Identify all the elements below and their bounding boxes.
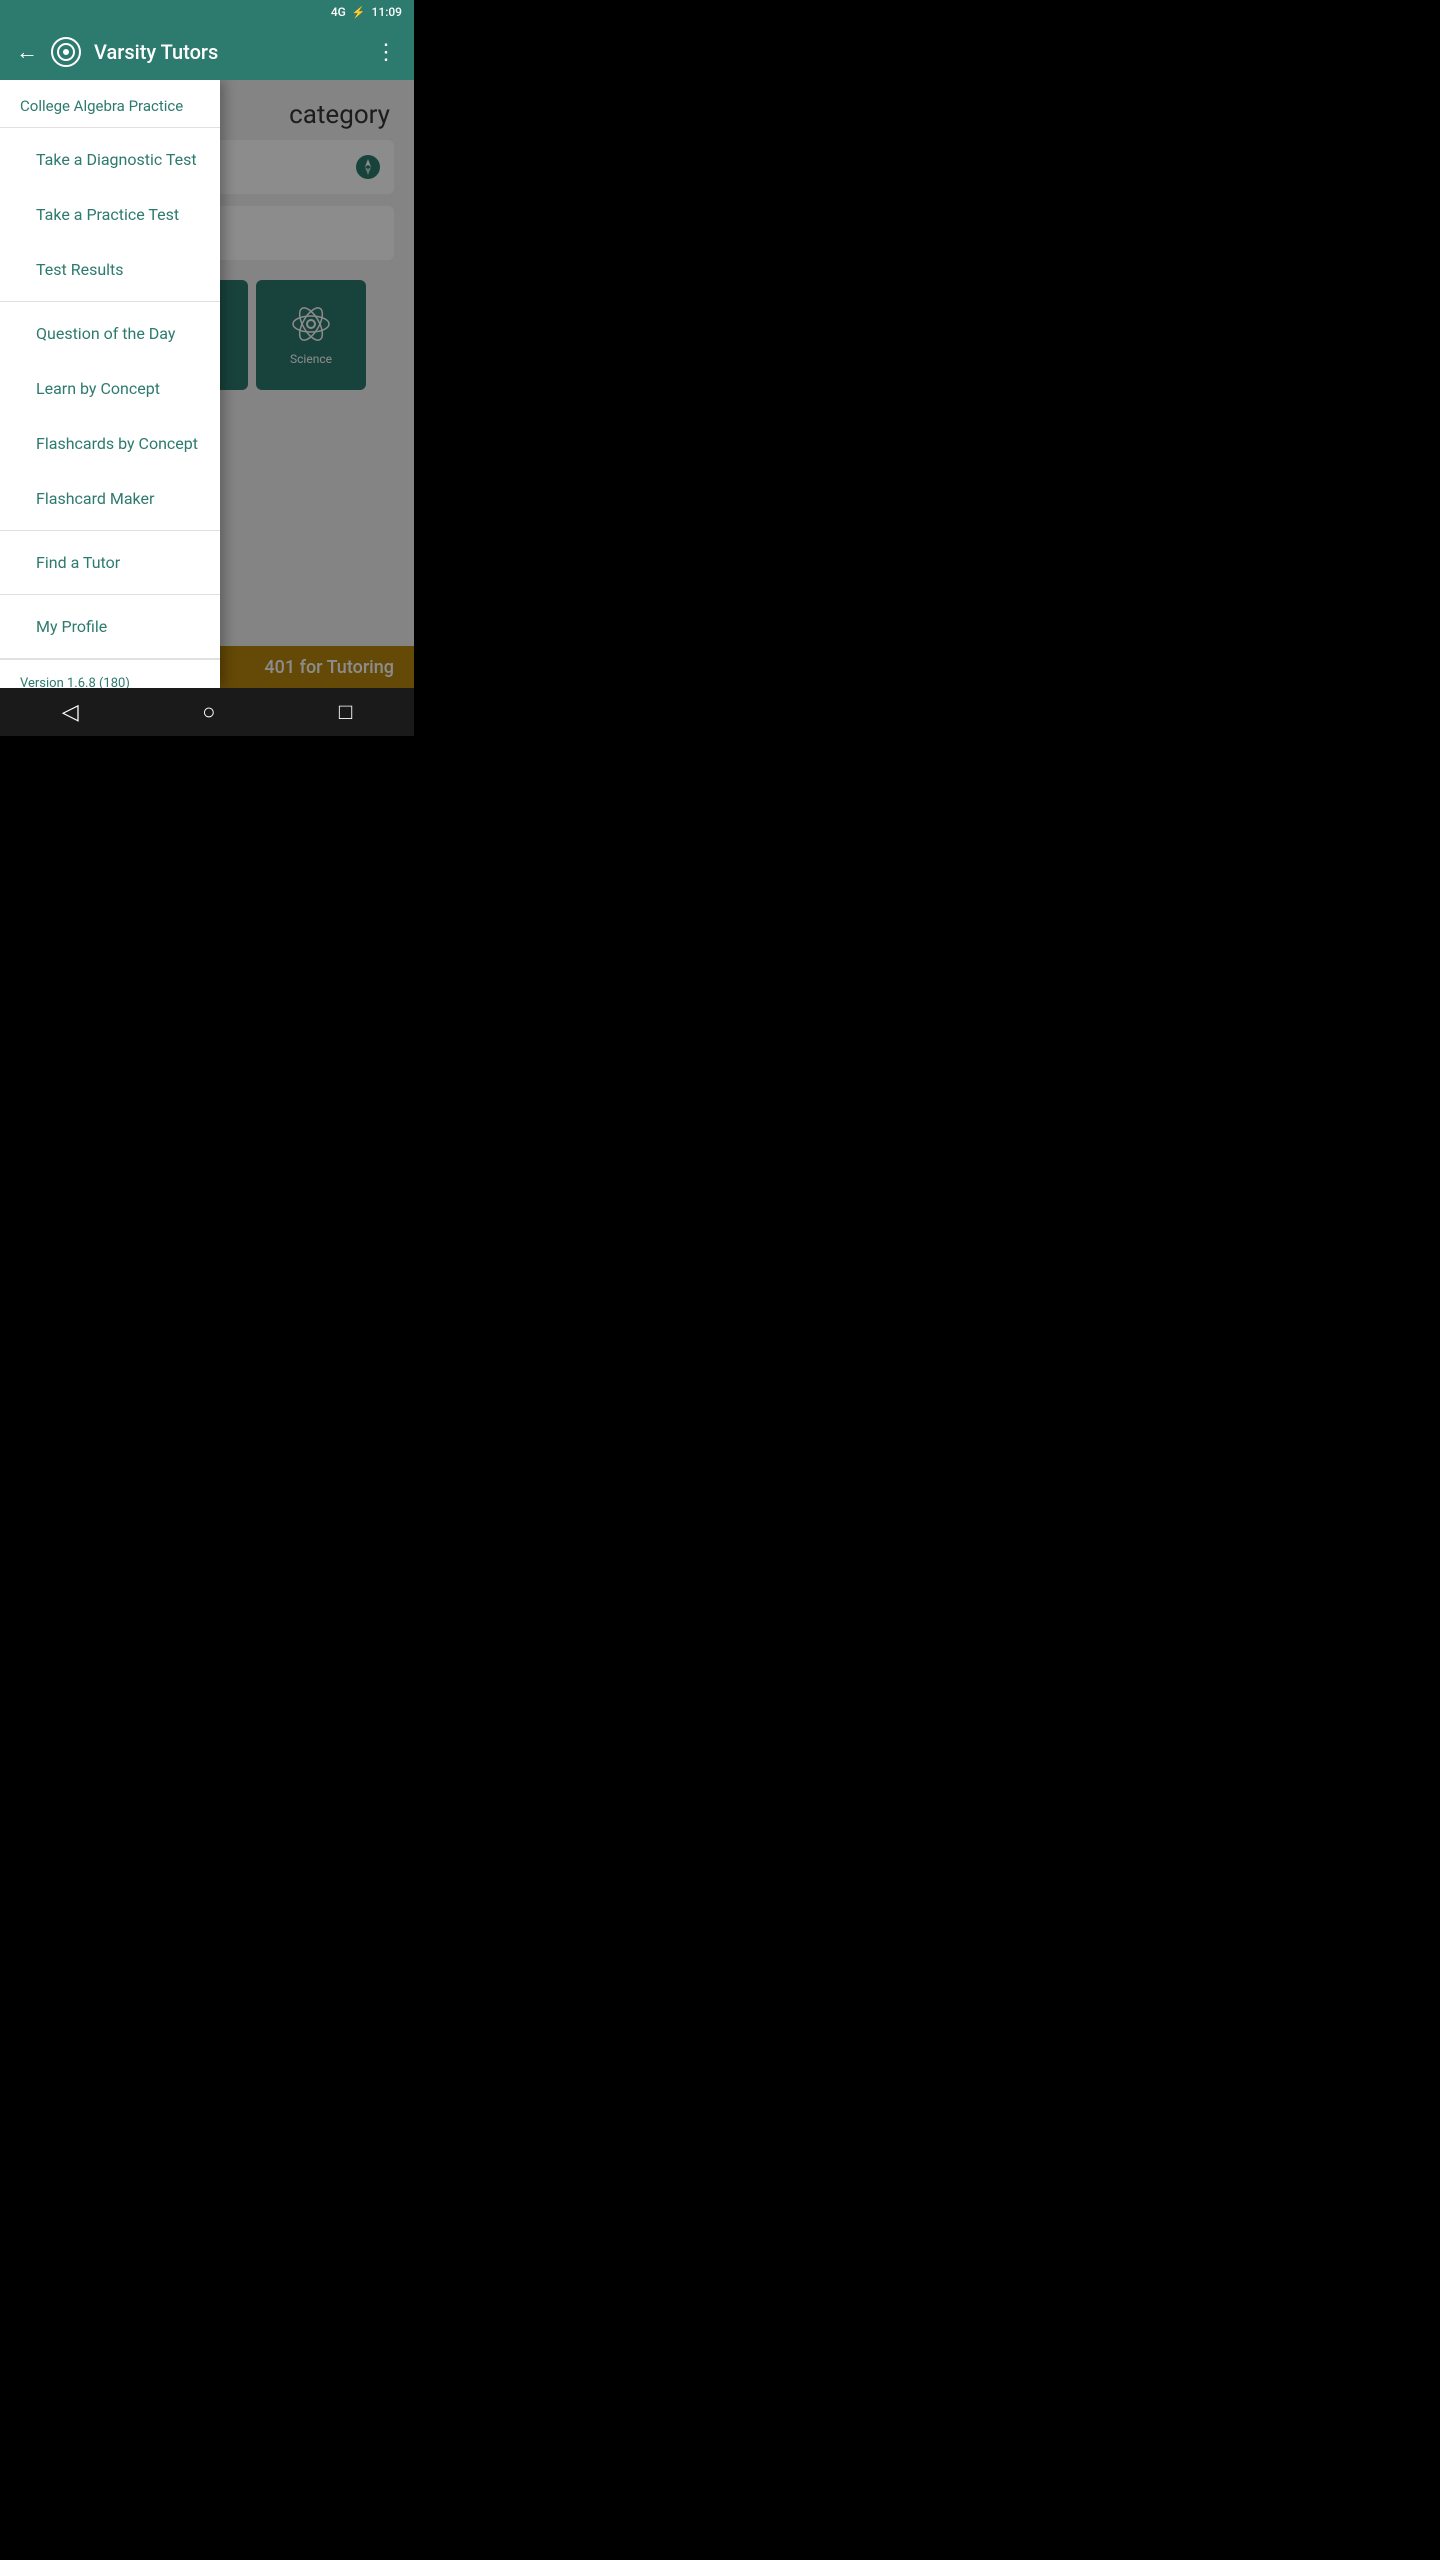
system-nav-bar: ◁ ○ □ xyxy=(0,688,414,736)
drawer-section-tutor: Find a Tutor xyxy=(0,531,220,595)
signal-indicator: 4G xyxy=(331,5,346,19)
drawer-item-flashcards[interactable]: Flashcards by Concept xyxy=(0,416,220,471)
version-text: Version 1.6.8 (180) xyxy=(20,676,130,688)
drawer-item-flashcard-maker[interactable]: Flashcard Maker xyxy=(0,471,220,526)
more-options-button[interactable]: ⋮ xyxy=(375,40,398,65)
app-title: Varsity Tutors xyxy=(94,40,363,64)
drawer-section-study: Question of the Day Learn by Concept Fla… xyxy=(0,302,220,531)
drawer-item-practice[interactable]: Take a Practice Test xyxy=(0,187,220,242)
status-bar: 4G ⚡ 11:09 xyxy=(0,0,414,24)
drawer-item-qotd[interactable]: Question of the Day xyxy=(0,306,220,361)
back-button[interactable]: ← xyxy=(16,39,38,65)
navigation-drawer: College Algebra Practice Take a Diagnost… xyxy=(0,80,220,688)
drawer-section-title: College Algebra Practice xyxy=(20,97,183,115)
app-logo xyxy=(50,36,82,68)
drawer-item-results[interactable]: Test Results xyxy=(0,242,220,297)
battery-icon: ⚡ xyxy=(352,6,366,19)
nav-home-button[interactable]: ○ xyxy=(202,699,215,725)
drawer-item-learn[interactable]: Learn by Concept xyxy=(0,361,220,416)
drawer-item-find-tutor[interactable]: Find a Tutor xyxy=(0,535,220,590)
drawer-header: College Algebra Practice xyxy=(0,80,220,128)
nav-back-button[interactable]: ◁ xyxy=(62,700,79,725)
drawer-section-tests: Take a Diagnostic Test Take a Practice T… xyxy=(0,128,220,302)
drawer-section-profile: My Profile xyxy=(0,595,220,659)
time-display: 11:09 xyxy=(372,5,402,19)
drawer-item-profile[interactable]: My Profile xyxy=(0,599,220,654)
drawer-footer: Version 1.6.8 (180) xyxy=(0,659,220,688)
app-header: ← Varsity Tutors ⋮ xyxy=(0,24,414,80)
main-content: category ⚡ prep GraduateT xyxy=(0,80,414,688)
drawer-item-diagnostic[interactable]: Take a Diagnostic Test xyxy=(0,132,220,187)
nav-recents-button[interactable]: □ xyxy=(339,699,352,725)
